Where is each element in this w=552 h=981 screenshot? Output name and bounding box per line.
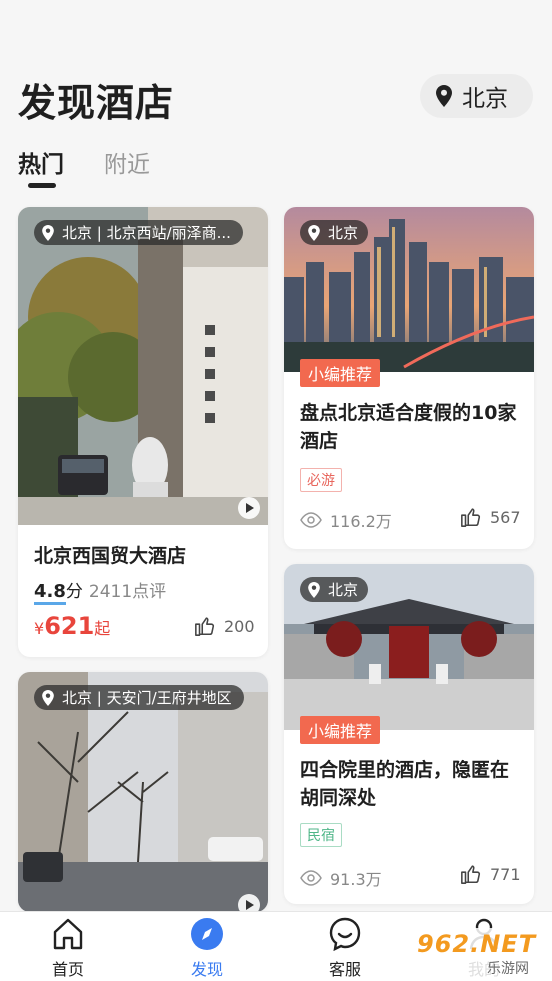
compass-icon: [191, 918, 223, 950]
location-pin-icon: [42, 689, 54, 706]
thumbs-up-icon: [461, 508, 481, 527]
price-suffix: 起: [94, 619, 111, 638]
watermark-logo: 962.NET: [417, 930, 537, 958]
like-count: 200: [224, 616, 255, 636]
view-count: 116.2万: [300, 508, 392, 532]
article-card[interactable]: 北京 小编推荐 盘点北京适合度假的10家酒店 必游 116.2万 567: [284, 207, 534, 549]
city-selector-button[interactable]: 北京: [420, 74, 533, 118]
discover-hotels-page: 发现酒店 北京 热门 附近 北京 | 北京西站/丽泽商... 北京西国贸大酒店 …: [0, 0, 552, 981]
thumbs-up-icon: [195, 617, 215, 636]
location-text: 北京: [328, 224, 359, 242]
nav-discover-label: 发现: [190, 960, 223, 979]
nav-service[interactable]: 客服: [305, 912, 385, 981]
view-count-value: 116.2万: [330, 512, 392, 531]
header: 发现酒店 北京 热门 附近: [0, 0, 552, 200]
location-pin-icon: [42, 224, 54, 241]
hotel-photo: 北京 | 北京西站/丽泽商...: [18, 207, 268, 525]
tab-nearby[interactable]: 附近: [104, 145, 150, 179]
location-tag: 北京 | 北京西站/丽泽商...: [34, 220, 243, 245]
editor-pick-badge: 小编推荐: [300, 716, 381, 744]
rating-row: 4.8 分 2411点评: [34, 577, 166, 605]
like-count: 771: [490, 864, 521, 884]
review-count: 2411点评: [88, 582, 167, 602]
nav-home[interactable]: 首页: [28, 912, 108, 981]
article-title: 盘点北京适合度假的10家酒店: [300, 402, 517, 452]
page-title: 发现酒店: [18, 81, 175, 125]
rating-unit: 分: [65, 582, 83, 602]
article-photo: 北京: [284, 564, 534, 730]
active-tab-indicator: [28, 183, 56, 188]
article-title: 四合院里的酒店，隐匿在胡同深处: [300, 759, 510, 809]
location-pin-icon: [308, 224, 320, 241]
location-text: 北京 | 天安门/王府井地区: [62, 689, 232, 707]
like-button[interactable]: 567: [460, 506, 521, 528]
thumbs-up-icon: [461, 865, 481, 884]
category-tag: 必游: [300, 468, 342, 492]
hotel-card[interactable]: 北京 | 天安门/王府井地区: [18, 672, 268, 912]
watermark-subtext: 乐游网: [487, 961, 529, 977]
location-text: 北京: [328, 581, 359, 599]
tab-bar: 热门 附近: [18, 145, 150, 179]
eye-icon: [300, 870, 322, 886]
hotel-card[interactable]: 北京 | 北京西站/丽泽商... 北京西国贸大酒店 4.8 分 2411点评 ¥…: [18, 207, 268, 657]
site-watermark: 962.NET 乐游网: [413, 928, 552, 978]
category-tag: 民宿: [300, 823, 342, 847]
like-button[interactable]: 200: [194, 615, 255, 637]
price: ¥ 621 起: [34, 612, 110, 640]
price-value: 621: [44, 612, 95, 640]
nav-service-label: 客服: [328, 960, 361, 979]
article-photo: 北京: [284, 207, 534, 372]
like-count: 567: [490, 507, 521, 527]
view-count-value: 91.3万: [330, 870, 382, 889]
eye-icon: [300, 512, 322, 528]
hotel-name: 北京西国贸大酒店: [34, 545, 187, 567]
article-card[interactable]: 北京 小编推荐 四合院里的酒店，隐匿在胡同深处 民宿 91.3万 771: [284, 564, 534, 904]
home-icon: [53, 918, 83, 950]
rating-score: 4.8: [34, 581, 66, 605]
location-tag: 北京: [300, 220, 369, 245]
editor-pick-badge: 小编推荐: [300, 359, 381, 387]
play-video-icon[interactable]: [238, 894, 260, 912]
play-video-icon[interactable]: [238, 497, 260, 519]
location-tag: 北京: [300, 577, 369, 602]
city-label: 北京: [462, 86, 508, 112]
hotel-photo: 北京 | 天安门/王府井地区: [18, 672, 268, 912]
nav-home-label: 首页: [51, 960, 84, 979]
chat-icon: [329, 917, 361, 952]
price-symbol: ¥: [34, 619, 45, 638]
location-pin-icon: [436, 85, 452, 107]
like-button[interactable]: 771: [460, 863, 521, 885]
location-text: 北京 | 北京西站/丽泽商...: [62, 224, 231, 242]
location-pin-icon: [308, 581, 320, 598]
nav-discover[interactable]: 发现: [167, 912, 247, 981]
location-tag: 北京 | 天安门/王府井地区: [34, 685, 244, 710]
view-count: 91.3万: [300, 866, 382, 890]
tab-hot[interactable]: 热门: [18, 145, 64, 179]
